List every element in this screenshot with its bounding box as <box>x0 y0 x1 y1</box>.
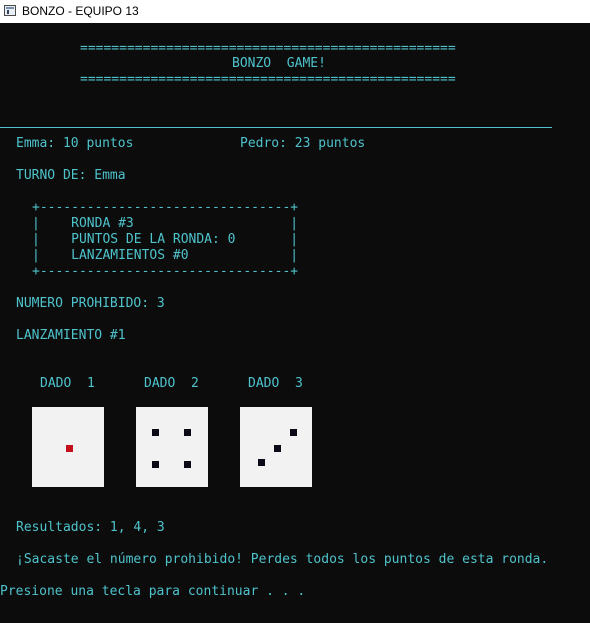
die-pip <box>152 461 159 468</box>
die-pip <box>290 429 297 436</box>
turn-label: TURNO DE: Emma <box>16 168 126 183</box>
banner-bottom-rule: ========================================… <box>80 72 456 87</box>
console-app-icon <box>4 5 16 16</box>
player2-score: Pedro: 23 puntos <box>240 136 366 151</box>
results-line: Resultados: 1, 4, 3 <box>16 520 165 535</box>
die-pip <box>274 445 281 452</box>
banner-title: BONZO GAME! <box>232 56 326 71</box>
throw-count: | LANZAMIENTOS #0 | <box>32 248 299 263</box>
window-titlebar[interactable]: BONZO - EQUIPO 13 <box>0 0 590 23</box>
die-1-label: DADO 1 <box>40 376 95 391</box>
die-pip <box>258 459 265 466</box>
round-number: | RONDA #3 | <box>32 216 299 231</box>
die-1 <box>32 407 104 487</box>
forbidden-number: NUMERO PROHIBIDO: 3 <box>16 296 165 311</box>
round-box-top-border: +--------------------------------+ <box>32 200 299 215</box>
die-pip <box>152 429 159 436</box>
die-pip <box>66 445 73 452</box>
continue-prompt: Presione una tecla para continuar . . . <box>0 584 306 599</box>
round-points: | PUNTOS DE LA RONDA: 0 | <box>32 232 299 247</box>
die-3-label: DADO 3 <box>248 376 303 391</box>
die-pip <box>184 461 191 468</box>
player1-score: Emma: 10 puntos <box>16 136 134 151</box>
window-title: BONZO - EQUIPO 13 <box>22 4 139 18</box>
die-pip <box>184 429 191 436</box>
separator-line <box>0 127 552 128</box>
round-box-bottom-border: +--------------------------------+ <box>32 264 299 279</box>
forbidden-message: ¡Sacaste el número prohibido! Perdes tod… <box>16 552 549 567</box>
die-2 <box>136 407 208 487</box>
throw-label: LANZAMIENTO #1 <box>16 328 126 343</box>
banner-top-rule: ========================================… <box>80 41 456 56</box>
die-2-label: DADO 2 <box>144 376 199 391</box>
die-3 <box>240 407 312 487</box>
